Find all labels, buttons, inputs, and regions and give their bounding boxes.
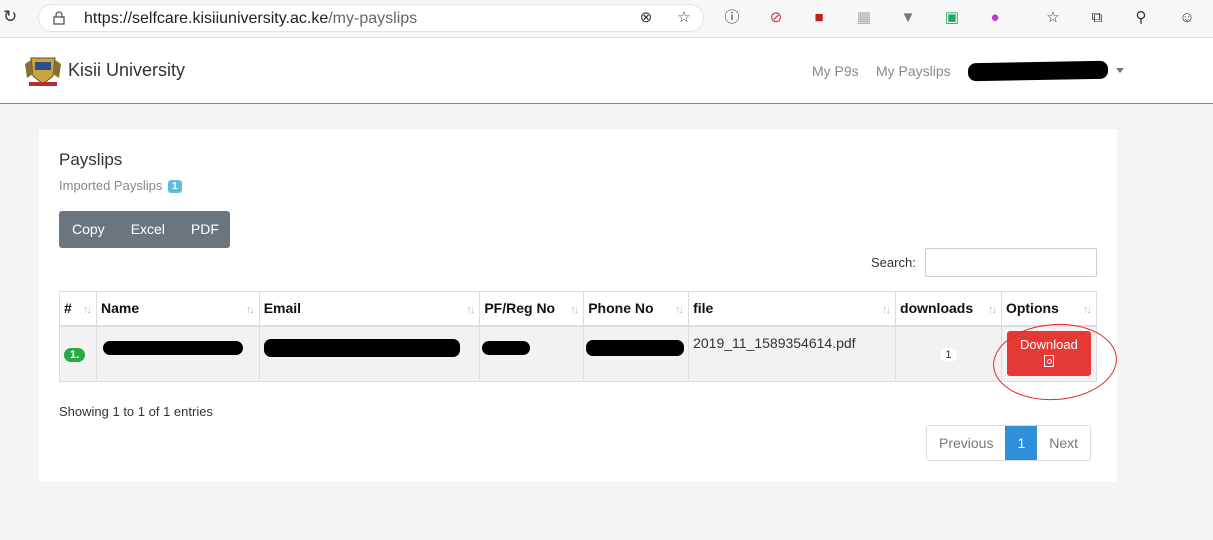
extension-icon[interactable]: ▦ [855,9,873,27]
brand-name[interactable]: Kisii University [68,60,185,81]
university-crest-icon[interactable] [23,52,63,88]
browser-toolbar: ↻ https://selfcare.kisiiuniversity.ac.ke… [0,0,1213,38]
table-header-row: # ↑↓ Name ↑↓ Email ↑↓ PF/Reg No ↑↓ Phone No ↑… [59,291,1098,327]
email-cell-redacted [258,325,481,382]
table-row: 1. 2019_11_1589354614.pdf 1 Download [59,325,1098,382]
sort-icon[interactable]: ↑↓ [1083,304,1092,316]
column-header-options[interactable]: Options ↑↓ [1000,291,1098,327]
sort-icon[interactable]: ↑↓ [246,304,255,316]
search-label: Search: [871,255,916,270]
sort-icon[interactable]: ↑↓ [570,304,579,316]
tracking-icon[interactable]: ⊗ [637,9,655,27]
excel-button[interactable]: Excel [118,211,178,248]
row-index-cell: 1. [59,325,97,382]
user-menu-redacted[interactable] [967,60,1109,82]
search-input[interactable] [925,248,1097,277]
page-1-button[interactable]: 1 [1005,426,1038,460]
row-index-badge: 1. [64,348,86,363]
site-navbar: Kisii University My P9s My Payslips [0,38,1213,104]
phone-cell-redacted [583,325,690,382]
previous-page-button[interactable]: Previous [927,426,1005,460]
extension-icon[interactable]: ⊘ [767,9,785,27]
favorites-icon[interactable]: ☆ [1044,9,1062,27]
star-icon[interactable]: ☆ [675,9,693,27]
sort-icon[interactable]: ↑↓ [83,304,92,316]
column-header-name[interactable]: Name ↑↓ [95,291,260,327]
downloads-cell: 1 [895,325,1002,382]
url-text: https://selfcare.kisiiuniversity.ac.ke/m… [84,10,418,27]
copy-button[interactable]: Copy [59,211,118,248]
extension-icon[interactable]: ▼ [899,9,917,27]
column-header-phone-no[interactable]: Phone No ↑↓ [583,291,690,327]
column-header-index[interactable]: # ↑↓ [59,291,97,327]
next-page-button[interactable]: Next [1037,426,1090,460]
color-wheel-icon[interactable]: ● [986,9,1004,27]
file-name: 2019_11_1589354614.pdf [693,334,856,351]
nav-link-my-payslips[interactable]: My Payslips [876,63,951,79]
feedback-icon[interactable]: ⚲ [1132,9,1150,27]
file-cell: 2019_11_1589354614.pdf [688,325,897,382]
payslips-table: # ↑↓ Name ↑↓ Email ↑↓ PF/Reg No ↑↓ Phone No ↑… [59,291,1098,382]
nav-link-my-p9s[interactable]: My P9s [812,63,859,79]
reload-icon[interactable]: ↻ [3,8,19,25]
card-title: Payslips [59,150,123,169]
sort-icon[interactable]: ↑↓ [466,304,475,316]
count-badge: 1 [167,180,182,193]
name-cell-redacted [95,325,260,382]
chevron-down-icon[interactable] [1116,68,1124,73]
export-button-group: Copy Excel PDF [59,211,230,248]
extension-icon[interactable]: ⓘ [723,9,741,27]
pagination: Previous 1 Next [926,425,1092,461]
card-subtitle: Imported Payslips 1 [59,178,182,194]
column-header-email[interactable]: Email ↑↓ [258,291,481,327]
extension-icon[interactable]: ■ [810,9,828,27]
payslips-card: Payslips Imported Payslips 1 Copy Excel … [39,129,1117,482]
sort-icon[interactable]: ↑↓ [882,304,891,316]
pdf-button[interactable]: PDF [178,211,232,248]
lock-icon [53,11,65,25]
column-header-file[interactable]: file ↑↓ [688,291,897,327]
profile-avatar-icon[interactable]: ☺ [1178,9,1196,27]
extension-icon[interactable]: ▣ [943,9,961,27]
address-bar[interactable]: https://selfcare.kisiiuniversity.ac.ke/m… [38,4,704,32]
column-header-pf-reg-no[interactable]: PF/Reg No ↑↓ [479,291,585,327]
column-header-downloads[interactable]: downloads ↑↓ [895,291,1002,327]
downloads-count: 1 [940,348,957,363]
pf-reg-cell-redacted [479,325,585,382]
table-info: Showing 1 to 1 of 1 entries [59,404,213,419]
sort-icon[interactable]: ↑↓ [988,304,997,316]
collections-icon[interactable]: ⧉ [1088,9,1106,27]
sort-icon[interactable]: ↑↓ [675,304,684,316]
